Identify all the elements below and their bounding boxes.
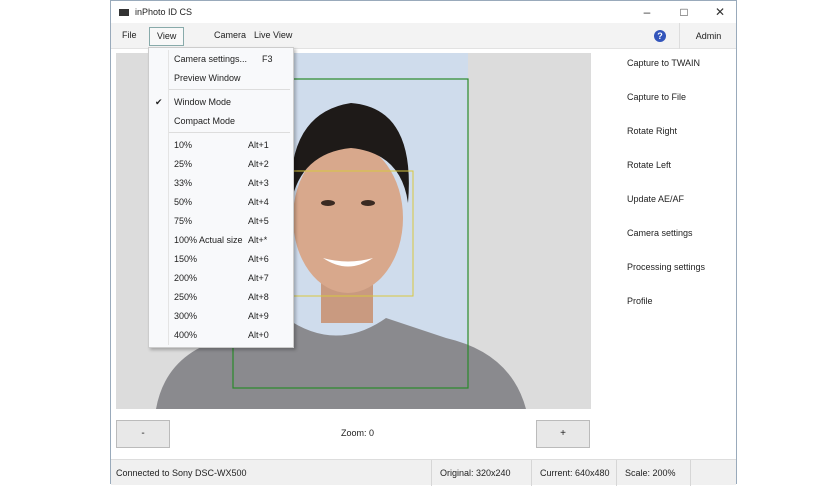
menu-item-zoom[interactable]: 300% Alt+9 [149,307,293,325]
capture-file-button[interactable]: Capture to File [599,87,737,121]
camera-settings-button[interactable]: Camera settings [599,223,737,257]
rotate-right-button[interactable]: Rotate Right [599,121,737,155]
menu-item-zoom[interactable]: 25% Alt+2 [149,155,293,173]
status-bar: Connected to Sony DSC-WX500 Original: 32… [111,459,738,486]
check-icon: ✔ [155,97,163,107]
capture-twain-button[interactable]: Capture to TWAIN [599,53,737,87]
maximize-button[interactable]: □ [669,1,699,23]
menu-item-camera-settings[interactable]: Camera settings... F3 [149,50,293,68]
zoom-level: 300% [174,311,198,321]
zoom-level: 75% [174,216,193,226]
shortcut: Alt+9 [248,311,269,321]
processing-settings-button[interactable]: Processing settings [599,257,737,291]
zoom-level: 100% Actual size [174,235,243,245]
help-icon[interactable]: ? [654,30,666,42]
view-menu-dropdown: Camera settings... F3 Preview Window ✔ Win… [148,47,294,348]
menu-file[interactable]: File [115,27,144,46]
shortcut: Alt+5 [248,216,269,226]
menu-item-zoom[interactable]: 400% Alt+0 [149,326,293,344]
window-title: inPhoto ID CS [135,7,193,17]
zoom-label: Zoom: 0 [341,428,375,438]
zoom-level: 50% [174,197,193,207]
action-panel: Capture to TWAIN Capture to File Rotate … [599,53,737,325]
menu-item-zoom[interactable]: 33% Alt+3 [149,174,293,192]
menu-item-compact-mode[interactable]: Compact Mode [149,112,293,130]
minimize-button[interactable]: – [632,1,662,23]
menu-bar: File View Camera Live View ? Admin [111,23,736,49]
zoom-level: 150% [174,254,198,264]
zoom-level: 25% [174,159,193,169]
close-button[interactable]: ✕ [705,1,735,23]
resize-grip[interactable] [690,460,738,486]
shortcut: Alt+7 [248,273,269,283]
original-size: Original: 320x240 [431,460,531,486]
title-bar: inPhoto ID CS – □ ✕ [111,1,736,23]
zoom-out-button[interactable]: - [116,420,170,448]
menu-item-zoom[interactable]: 100% Actual size Alt+* [149,231,293,249]
shortcut: Alt+* [248,235,268,245]
menu-live-view[interactable]: Live View [247,27,299,46]
menu-view[interactable]: View [149,27,185,46]
shortcut: Alt+0 [248,330,269,340]
menu-item-zoom[interactable]: 250% Alt+8 [149,288,293,306]
zoom-level: 200% [174,273,198,283]
update-ae-af-button[interactable]: Update AE/AF [599,189,737,223]
shortcut: Alt+6 [248,254,269,264]
menu-item-zoom[interactable]: 75% Alt+5 [149,212,293,230]
admin-button[interactable]: Admin [679,23,737,49]
zoom-level: 400% [174,330,198,340]
menu-item-window-mode[interactable]: ✔ Window Mode [149,93,293,111]
current-size: Current: 640x480 [531,460,616,486]
app-logo-icon [119,8,129,16]
shortcut: Alt+1 [248,140,269,150]
shortcut: Alt+4 [248,197,269,207]
shortcut: Alt+2 [248,159,269,169]
zoom-level: 33% [174,178,193,188]
rotate-left-button[interactable]: Rotate Left [599,155,737,189]
menu-item-preview-window[interactable]: Preview Window [149,69,293,87]
menu-item-zoom[interactable]: 50% Alt+4 [149,193,293,211]
menu-item-zoom[interactable]: 200% Alt+7 [149,269,293,287]
zoom-level: 10% [174,140,193,150]
profile-button[interactable]: Profile [599,291,737,325]
menu-item-zoom[interactable]: 150% Alt+6 [149,250,293,268]
zoom-in-button[interactable]: + [536,420,590,448]
menu-item-zoom[interactable]: 10% Alt+1 [149,136,293,154]
shortcut: Alt+3 [248,178,269,188]
connection-status: Connected to Sony DSC-WX500 [116,468,247,478]
zoom-level: 250% [174,292,198,302]
scale: Scale: 200% [616,460,690,486]
shortcut: Alt+8 [248,292,269,302]
